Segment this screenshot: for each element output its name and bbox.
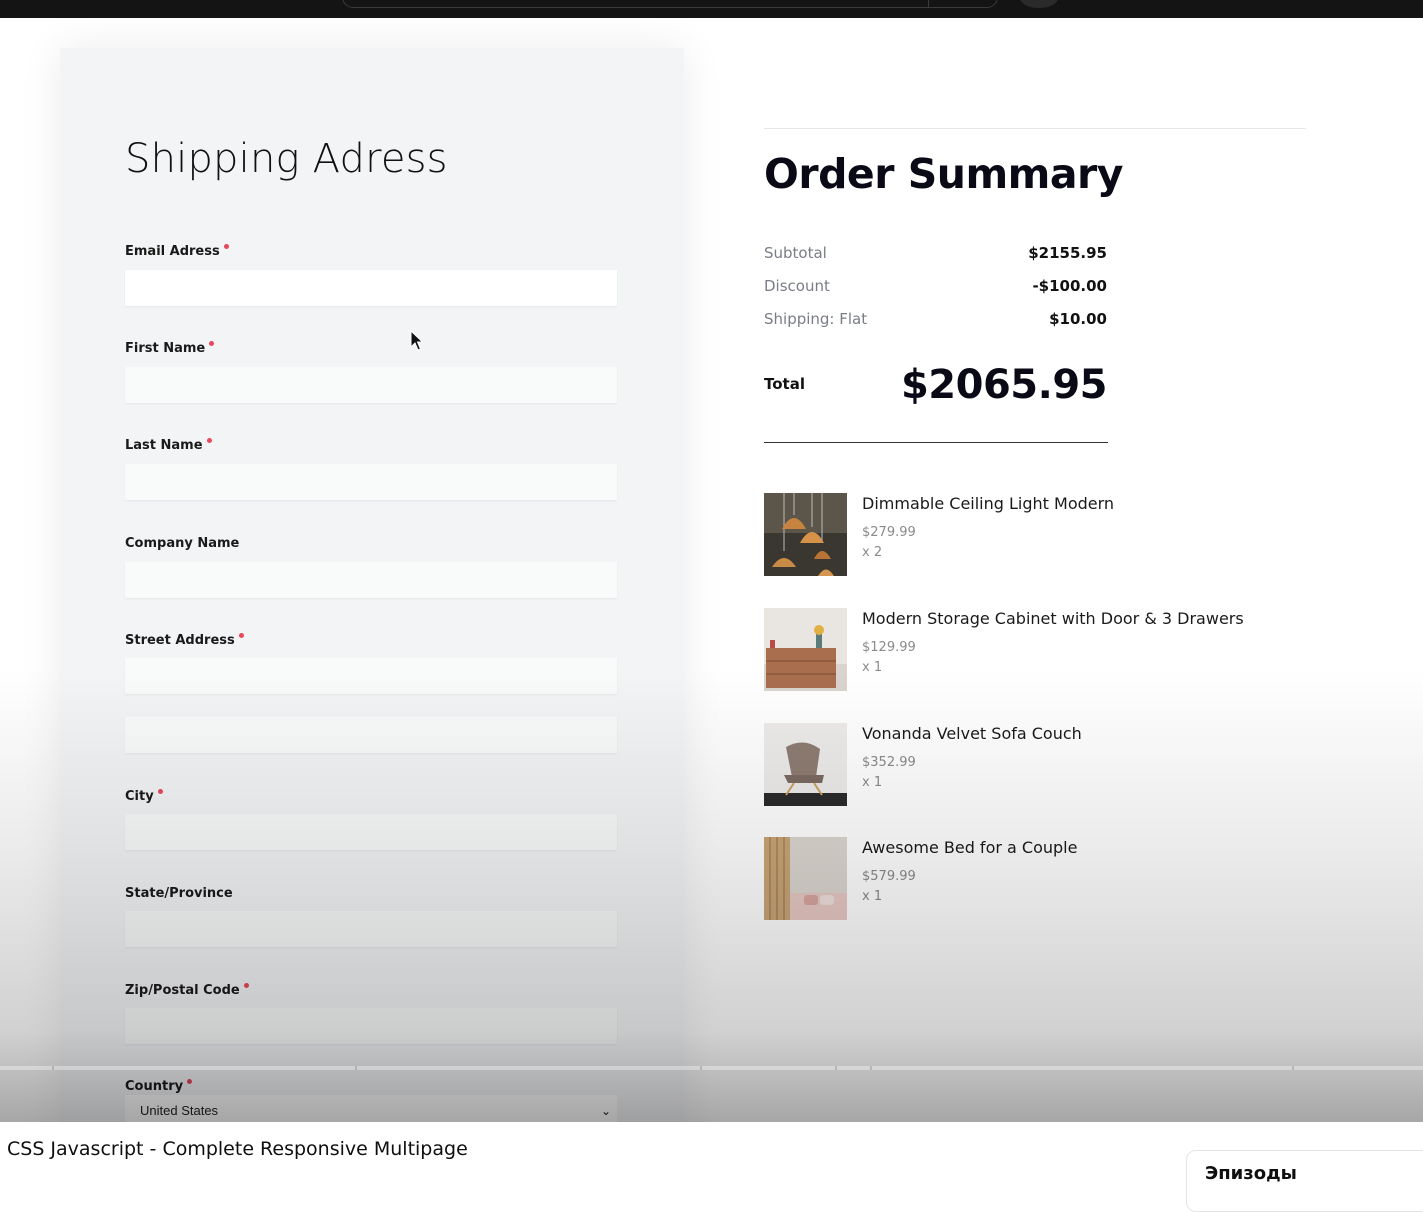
street-label: Street Address [125,633,244,648]
item-name[interactable]: Modern Storage Cabinet with Door & 3 Dra… [862,609,1244,628]
discount-value: -$100.00 [1032,277,1107,295]
chapter-marker [700,1066,702,1070]
item-price: $579.99 [862,869,916,884]
summary-divider [764,128,1306,129]
subtotal-row: Subtotal $2155.95 [764,244,1107,266]
video-title[interactable]: CSS Javascript - Complete Responsive Mul… [7,1138,468,1160]
first-name-label: First Name [125,341,215,356]
discount-row: Discount -$100.00 [764,277,1107,299]
episodes-card[interactable]: Эпизоды [1186,1150,1423,1212]
item-qty: x 1 [862,889,883,904]
last-name-label: Last Name [125,438,212,453]
cart-item[interactable]: Dimmable Ceiling Light Modern $279.99 x … [764,493,1364,577]
required-dot [157,789,163,794]
shipping-row: Shipping: Flat $10.00 [764,310,1107,332]
country-label: Country [125,1079,193,1094]
state-field[interactable] [125,911,617,947]
top-bar [0,0,1423,18]
cart-item[interactable]: Modern Storage Cabinet with Door & 3 Dra… [764,608,1364,692]
episodes-label: Эпизоды [1205,1163,1297,1184]
item-price: $129.99 [862,640,916,655]
chair-image [764,723,847,806]
required-dot [206,438,212,443]
last-name-field[interactable] [125,464,617,500]
item-price: $352.99 [862,755,916,770]
country-value: United States [140,1103,219,1118]
pendant-lights-image [764,493,847,576]
video-frame[interactable]: Shipping Adress Email Adress First Name … [0,18,1423,1122]
cart-item[interactable]: Awesome Bed for a Couple $579.99 x 1 [764,837,1364,921]
search-divider [928,0,929,8]
form-title: Shipping Adress [125,136,448,182]
chapter-marker [355,1066,357,1070]
video-progress-bar[interactable] [0,1066,1423,1070]
required-dot [187,1079,193,1084]
item-qty: x 2 [862,545,883,560]
item-qty: x 1 [862,775,883,790]
zip-field[interactable] [125,1008,617,1044]
shipping-value: $10.00 [1049,310,1107,328]
bed-image [764,837,847,920]
order-summary-title: Order Summary [764,150,1124,198]
subtotal-label: Subtotal [764,244,827,262]
mic-icon[interactable] [1020,0,1058,8]
video-info: CSS Javascript - Complete Responsive Mul… [0,1122,1423,1212]
chapter-marker [1292,1066,1294,1070]
state-label: State/Province [125,886,233,901]
search-bar[interactable] [342,0,998,8]
cabinet-image [764,608,847,691]
item-name[interactable]: Awesome Bed for a Couple [862,838,1077,857]
chevron-down-icon: ⌄ [600,1104,611,1118]
item-qty: x 1 [862,660,883,675]
company-label: Company Name [125,536,240,551]
required-dot [223,244,229,249]
subtotal-value: $2155.95 [1028,244,1107,262]
total-divider [764,442,1108,443]
first-name-field[interactable] [125,367,617,403]
item-name[interactable]: Dimmable Ceiling Light Modern [862,494,1114,513]
chapter-marker [52,1066,54,1070]
discount-label: Discount [764,277,830,295]
zip-label: Zip/Postal Code [125,983,249,998]
shipping-label: Shipping: Flat [764,310,868,328]
mouse-cursor-icon [410,330,424,351]
required-dot [209,341,215,346]
email-field[interactable] [125,270,617,306]
item-price: $279.99 [862,525,916,540]
total-value: $2065.95 [900,362,1108,408]
country-select[interactable]: United States ⌄ [125,1095,617,1122]
company-field[interactable] [125,562,617,598]
street-line2-field[interactable] [125,717,617,753]
street-field[interactable] [125,658,617,694]
chapter-marker [870,1066,872,1070]
email-label: Email Adress [125,244,229,259]
city-label: City [125,789,163,804]
city-field[interactable] [125,814,617,850]
required-dot [243,983,249,988]
shipping-form-card: Shipping Adress Email Adress First Name … [60,48,684,1122]
chapter-marker [835,1066,837,1070]
item-name[interactable]: Vonanda Velvet Sofa Couch [862,724,1082,743]
required-dot [238,633,244,638]
cart-item[interactable]: Vonanda Velvet Sofa Couch $352.99 x 1 [764,723,1364,807]
